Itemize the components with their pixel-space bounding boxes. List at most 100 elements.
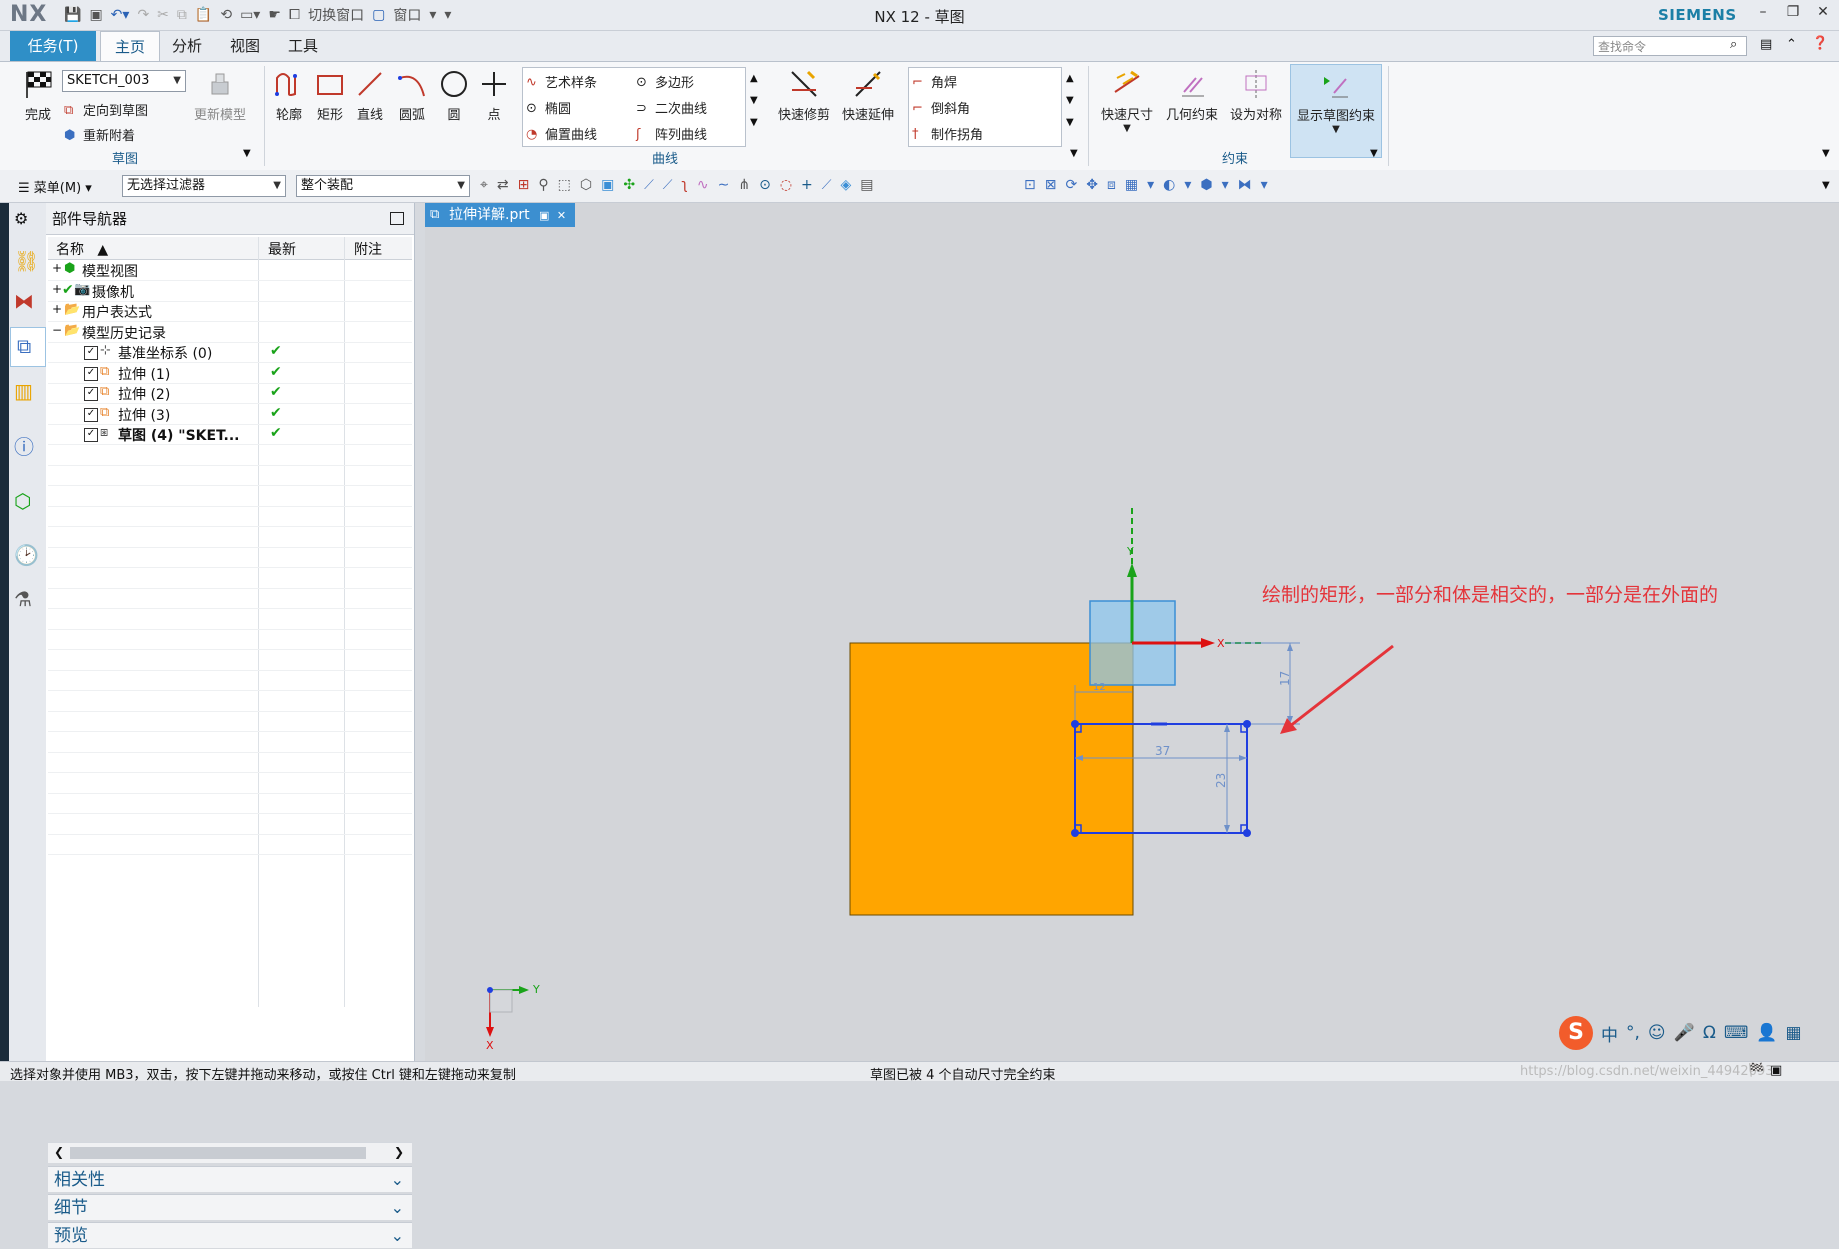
system-materials-icon[interactable]: ⚗ (14, 587, 38, 611)
box-select-icon[interactable]: ⬚ (558, 177, 580, 193)
collapse-ribbon-icon[interactable]: ⌃ (1786, 37, 1797, 52)
solid-icon[interactable]: ⬡ (580, 177, 601, 193)
existing-point-icon[interactable]: + (801, 177, 822, 193)
assembly-scope-select[interactable]: 整个装配 (296, 175, 470, 197)
dim-37-value[interactable]: 37 (1155, 744, 1170, 758)
tab-home[interactable]: 主页 (100, 31, 161, 62)
tree-row[interactable]: + 📂 用户表达式 (48, 301, 412, 322)
finish-flag-icon[interactable]: 🏁 (1748, 1063, 1764, 1078)
expand-toggle-icon[interactable]: + (52, 261, 62, 275)
wave-icon[interactable]: ∼ (718, 177, 739, 193)
rotate-icon[interactable]: ⟳ (1065, 177, 1086, 193)
show-sketch-constraints-button[interactable]: 显示草图约束 ▼ (1290, 64, 1382, 158)
tree-row[interactable]: + ✔ 📷 摄像机 (48, 281, 412, 302)
tree-row[interactable]: ✓ ⧉ 拉伸 (3) ✔ (48, 404, 412, 425)
point-on-curve-icon[interactable]: ⟋ (822, 177, 841, 193)
make-corner-button[interactable]: † 制作拐角 (912, 124, 983, 144)
view-toolbar[interactable]: ⊡⊠⟳✥⧈▦▾◐▾⬢▾⧓▾ (1024, 177, 1277, 193)
hd3d-tools-icon[interactable]: ⓘ (14, 431, 38, 459)
render-style-icon[interactable]: ◐▾ (1163, 177, 1200, 193)
preview-panel[interactable]: 预览 ⌄ (48, 1222, 412, 1248)
edit-gallery-scroll[interactable]: ▲ ▼ ▼ (1066, 68, 1074, 134)
chevron-down-icon[interactable]: ▼ (1291, 124, 1381, 135)
fit-icon[interactable]: ⊡ (1024, 177, 1045, 193)
deselect-icon[interactable]: ⇄ (497, 177, 518, 193)
snap-toggle-icon[interactable]: ✣ (623, 177, 644, 193)
perspective-icon[interactable]: ⧈ (1107, 177, 1125, 193)
scroll-left-icon[interactable]: ❮ (54, 1145, 64, 1159)
gallery-scroll-controls[interactable]: ▲ ▼ ▼ (750, 68, 758, 134)
fillet-button[interactable]: ⌐ 角焊 (912, 72, 957, 92)
dim-12-value[interactable]: 12 (1093, 682, 1106, 693)
close-button[interactable]: ✕ (1812, 4, 1834, 24)
dependencies-panel[interactable]: 相关性 ⌄ (48, 1166, 412, 1192)
geometric-constraints-button[interactable]: 几何约束 (1162, 68, 1222, 123)
view-orientation-icon[interactable]: ▦▾ (1125, 177, 1163, 193)
ellipse-button[interactable]: ⊙ 椭圆 (526, 98, 571, 118)
tree-row[interactable]: ✓ ⧉ 拉伸 (1) ✔ (48, 363, 412, 384)
arc-button[interactable]: 圆弧 (394, 68, 430, 123)
filter-icon[interactable]: ⚲ (538, 177, 557, 193)
task-tab[interactable]: 任务(T) (10, 31, 96, 61)
visibility-checkbox[interactable]: ✓ (84, 387, 98, 401)
tree-row[interactable]: ✓ ⧆ 草图 (4) "SKET... ✔ (48, 424, 412, 445)
update-model-button[interactable]: 更新模型 (190, 68, 250, 123)
edit-section-icon[interactable]: ⧓▾ (1238, 177, 1277, 193)
chevron-down-icon[interactable]: ▼ (1096, 123, 1158, 134)
curve-snap-icon[interactable]: ʅ (681, 177, 696, 193)
selection-filter-select[interactable]: 无选择过滤器 (122, 175, 286, 197)
make-symmetric-button[interactable]: 设为对称 (1226, 68, 1286, 123)
center-point-icon[interactable]: ⊙ (759, 177, 780, 193)
tree-row[interactable]: ✓ ⧉ 拉伸 (2) ✔ (48, 383, 412, 404)
command-search-input[interactable]: 查找命令 (1593, 36, 1747, 56)
tab-view[interactable]: 视图 (216, 31, 274, 61)
expand-toggle-icon[interactable]: − (52, 323, 62, 337)
body-icon[interactable]: ▣ (601, 177, 623, 193)
dim-17-value[interactable]: 17 (1278, 671, 1292, 686)
profile-button[interactable]: 轮廓 (271, 68, 307, 123)
point-button[interactable]: 点 (476, 68, 512, 123)
ime-punctuation[interactable]: °, (1626, 1023, 1640, 1043)
horizontal-scrollbar[interactable]: ❮ ❯ (48, 1142, 412, 1163)
constraint-navigator-icon[interactable]: ⧓ (14, 289, 38, 313)
visibility-checkbox[interactable]: ✓ (84, 428, 98, 442)
line-button[interactable]: 直线 (352, 68, 388, 123)
tab-tools[interactable]: 工具 (274, 31, 332, 61)
intersection-icon[interactable]: ⋔ (738, 177, 759, 193)
help-icon[interactable]: ❓ (1812, 36, 1828, 51)
ime-keyboard-icon[interactable]: ⌨ (1724, 1023, 1749, 1043)
offset-curve-button[interactable]: ◔ 偏置曲线 (526, 124, 597, 144)
finish-sketch-button[interactable]: 完成 (20, 68, 56, 123)
details-panel[interactable]: 细节 ⌄ (48, 1194, 412, 1220)
tab-analysis[interactable]: 分析 (158, 31, 216, 61)
quick-extend-button[interactable]: 快速延伸 (838, 68, 898, 123)
ime-symbols-icon[interactable]: Ω (1703, 1023, 1716, 1043)
chevron-down-icon[interactable]: ▼ (1070, 148, 1078, 159)
history-icon[interactable]: 🕑 (14, 543, 39, 567)
circle-button[interactable]: 圆 (436, 68, 472, 123)
ribbon-overflow-icon[interactable]: ▼ (1822, 148, 1830, 159)
spline-snap-icon[interactable]: ∿ (697, 177, 718, 193)
tree-row[interactable]: ✓ ⊹ 基准坐标系 (0) ✔ (48, 342, 412, 363)
column-latest[interactable]: 最新 (268, 239, 296, 259)
orient-to-sketch-button[interactable]: ⧉ 定向到草图 (64, 100, 148, 120)
part-navigator-tab[interactable]: ⧉ (10, 327, 46, 367)
rectangle-button[interactable]: 矩形 (312, 68, 348, 123)
bounded-grid-icon[interactable]: ▤ (860, 177, 882, 193)
visibility-checkbox[interactable]: ✓ (84, 346, 98, 360)
reuse-library-icon[interactable]: ▥ (14, 379, 38, 403)
resource-bar-settings-icon[interactable]: ⚙ (14, 209, 38, 233)
expand-toggle-icon[interactable]: + (52, 282, 62, 296)
point-on-face-icon[interactable]: ◈ (840, 177, 860, 193)
restore-button[interactable]: ❐ (1782, 4, 1804, 24)
ime-chinese-mode[interactable]: 中 (1601, 1021, 1618, 1046)
graphics-window[interactable]: Y X 17 12 37 23 Y X 绘制的矩形，一部分和体是相交的，一部分是… (425, 203, 1839, 1061)
background-icon[interactable]: ⬢▾ (1200, 177, 1237, 193)
menu-button[interactable]: ☰ 菜单(M) ▾ (18, 177, 92, 196)
toolbar-overflow-icon[interactable]: ▼ (1822, 180, 1830, 191)
ribbon-options-icon[interactable]: ▤ (1760, 37, 1772, 52)
scroll-right-icon[interactable]: ❯ (394, 1145, 404, 1159)
ime-grid-icon[interactable]: ▦ (1786, 1023, 1802, 1043)
visibility-checkbox[interactable]: ✓ (84, 366, 98, 381)
select-icon[interactable]: ⌖ (480, 177, 497, 193)
